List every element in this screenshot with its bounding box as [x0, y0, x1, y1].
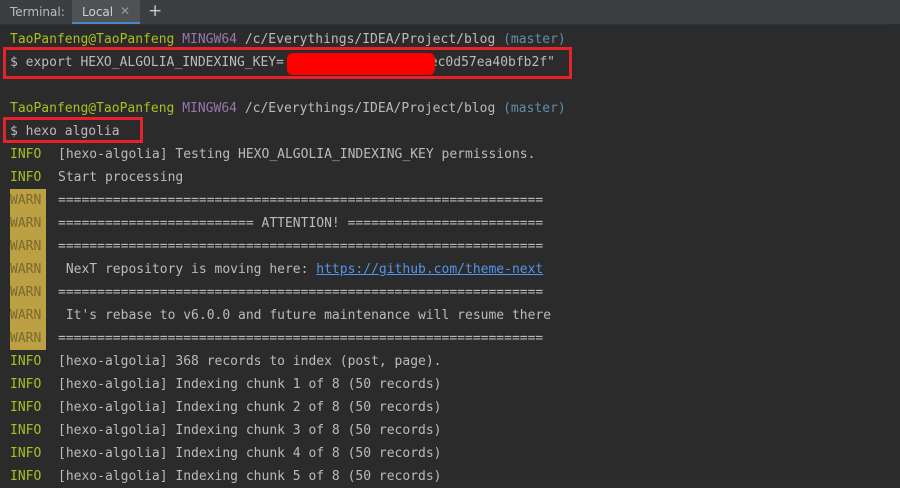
terminal-label: Terminal: — [10, 5, 65, 19]
log-text: [hexo-algolia] Indexing chunk 5 of 8 (50… — [58, 469, 442, 484]
prompt-branch: (master) — [503, 101, 566, 116]
prompt-path: /c/Everythings/IDEA/Project/blog — [244, 101, 496, 116]
log-line: WARN ====================================… — [10, 327, 543, 350]
tab-local-label: Local — [82, 5, 114, 19]
prompt-user: TaoPanfeng@TaoPanfeng — [10, 32, 175, 47]
log-level: INFO — [10, 354, 42, 369]
log-line: INFO [hexo-algolia] Indexing chunk 2 of 8… — [10, 396, 442, 419]
prompt-branch: (master) — [503, 32, 566, 47]
terminal-output[interactable]: TaoPanfeng@TaoPanfeng MINGW64 /c/Everyth… — [0, 28, 900, 484]
prompt-shell: MINGW64 — [182, 101, 237, 116]
log-text: ========================= ATTENTION! ===… — [58, 216, 544, 231]
log-text: ========================================… — [58, 331, 544, 346]
terminal-scrollbar[interactable] — [892, 24, 900, 476]
log-line: WARN ====================================… — [10, 281, 543, 304]
log-line: WARN ====================================… — [10, 235, 543, 258]
prompt-path: /c/Everythings/IDEA/Project/blog — [244, 32, 496, 47]
log-text: [hexo-algolia] Indexing chunk 2 of 8 (50… — [58, 400, 442, 415]
log-level: INFO — [10, 400, 42, 415]
add-tab-icon[interactable]: + — [148, 1, 162, 21]
log-line: WARN ====================================… — [10, 189, 543, 212]
log-level: WARN — [10, 235, 46, 258]
repo-link[interactable]: https://github.com/theme-next — [316, 262, 543, 277]
log-level: WARN — [10, 304, 46, 327]
log-text: ========================================… — [58, 193, 544, 208]
log-text: [hexo-algolia] Testing HEXO_ALGOLIA_INDE… — [58, 147, 536, 162]
terminal-tab-bar: Terminal: Local ✕ + — [0, 0, 900, 25]
log-text: [hexo-algolia] Indexing chunk 4 of 8 (50… — [58, 446, 442, 461]
log-text: ========================================… — [58, 285, 544, 300]
log-level: INFO — [10, 469, 42, 484]
log-text: NexT repository is moving here: — [58, 262, 317, 277]
log-line: WARN It's rebase to v6.0.0 and future ma… — [10, 304, 551, 327]
log-line: INFO [hexo-algolia] Testing HEXO_ALGOLIA_… — [10, 143, 535, 166]
log-text: It's rebase to v6.0.0 and future mainten… — [58, 308, 552, 323]
log-line: INFO [hexo-algolia] Indexing chunk 3 of 8… — [10, 419, 442, 442]
prompt-user: TaoPanfeng@TaoPanfeng — [10, 101, 175, 116]
log-line: WARN ========================= ATTENTION!… — [10, 212, 543, 235]
log-level: WARN — [10, 327, 46, 350]
log-level: INFO — [10, 377, 42, 392]
log-line: WARN NexT repository is moving here: htt… — [10, 258, 543, 281]
log-text: [hexo-algolia] Indexing chunk 1 of 8 (50… — [58, 377, 442, 392]
log-level: INFO — [10, 147, 42, 162]
log-text: Start processing — [58, 170, 184, 185]
prompt-shell: MINGW64 — [182, 32, 237, 47]
log-level: WARN — [10, 189, 46, 212]
log-level: WARN — [10, 281, 46, 304]
log-text: ========================================… — [58, 239, 544, 254]
log-line: INFO [hexo-algolia] Indexing chunk 1 of 8… — [10, 373, 442, 396]
log-level: INFO — [10, 446, 42, 461]
tab-local[interactable]: Local ✕ — [72, 0, 140, 24]
log-level: INFO — [10, 423, 42, 438]
highlight-box — [3, 47, 572, 79]
log-line: INFO [hexo-algolia] Indexing chunk 5 of 8… — [10, 465, 442, 488]
log-text: [hexo-algolia] 368 records to index (pos… — [58, 354, 442, 369]
log-text: [hexo-algolia] Indexing chunk 3 of 8 (50… — [58, 423, 442, 438]
log-line: INFO [hexo-algolia] Indexing chunk 4 of 8… — [10, 442, 442, 465]
close-icon[interactable]: ✕ — [120, 4, 130, 18]
highlight-box — [3, 117, 143, 143]
log-line: INFO [hexo-algolia] 368 records to index … — [10, 350, 442, 373]
log-level: INFO — [10, 170, 42, 185]
log-line: INFO Start processing — [10, 166, 183, 189]
log-level: WARN — [10, 212, 46, 235]
log-level: WARN — [10, 258, 46, 281]
